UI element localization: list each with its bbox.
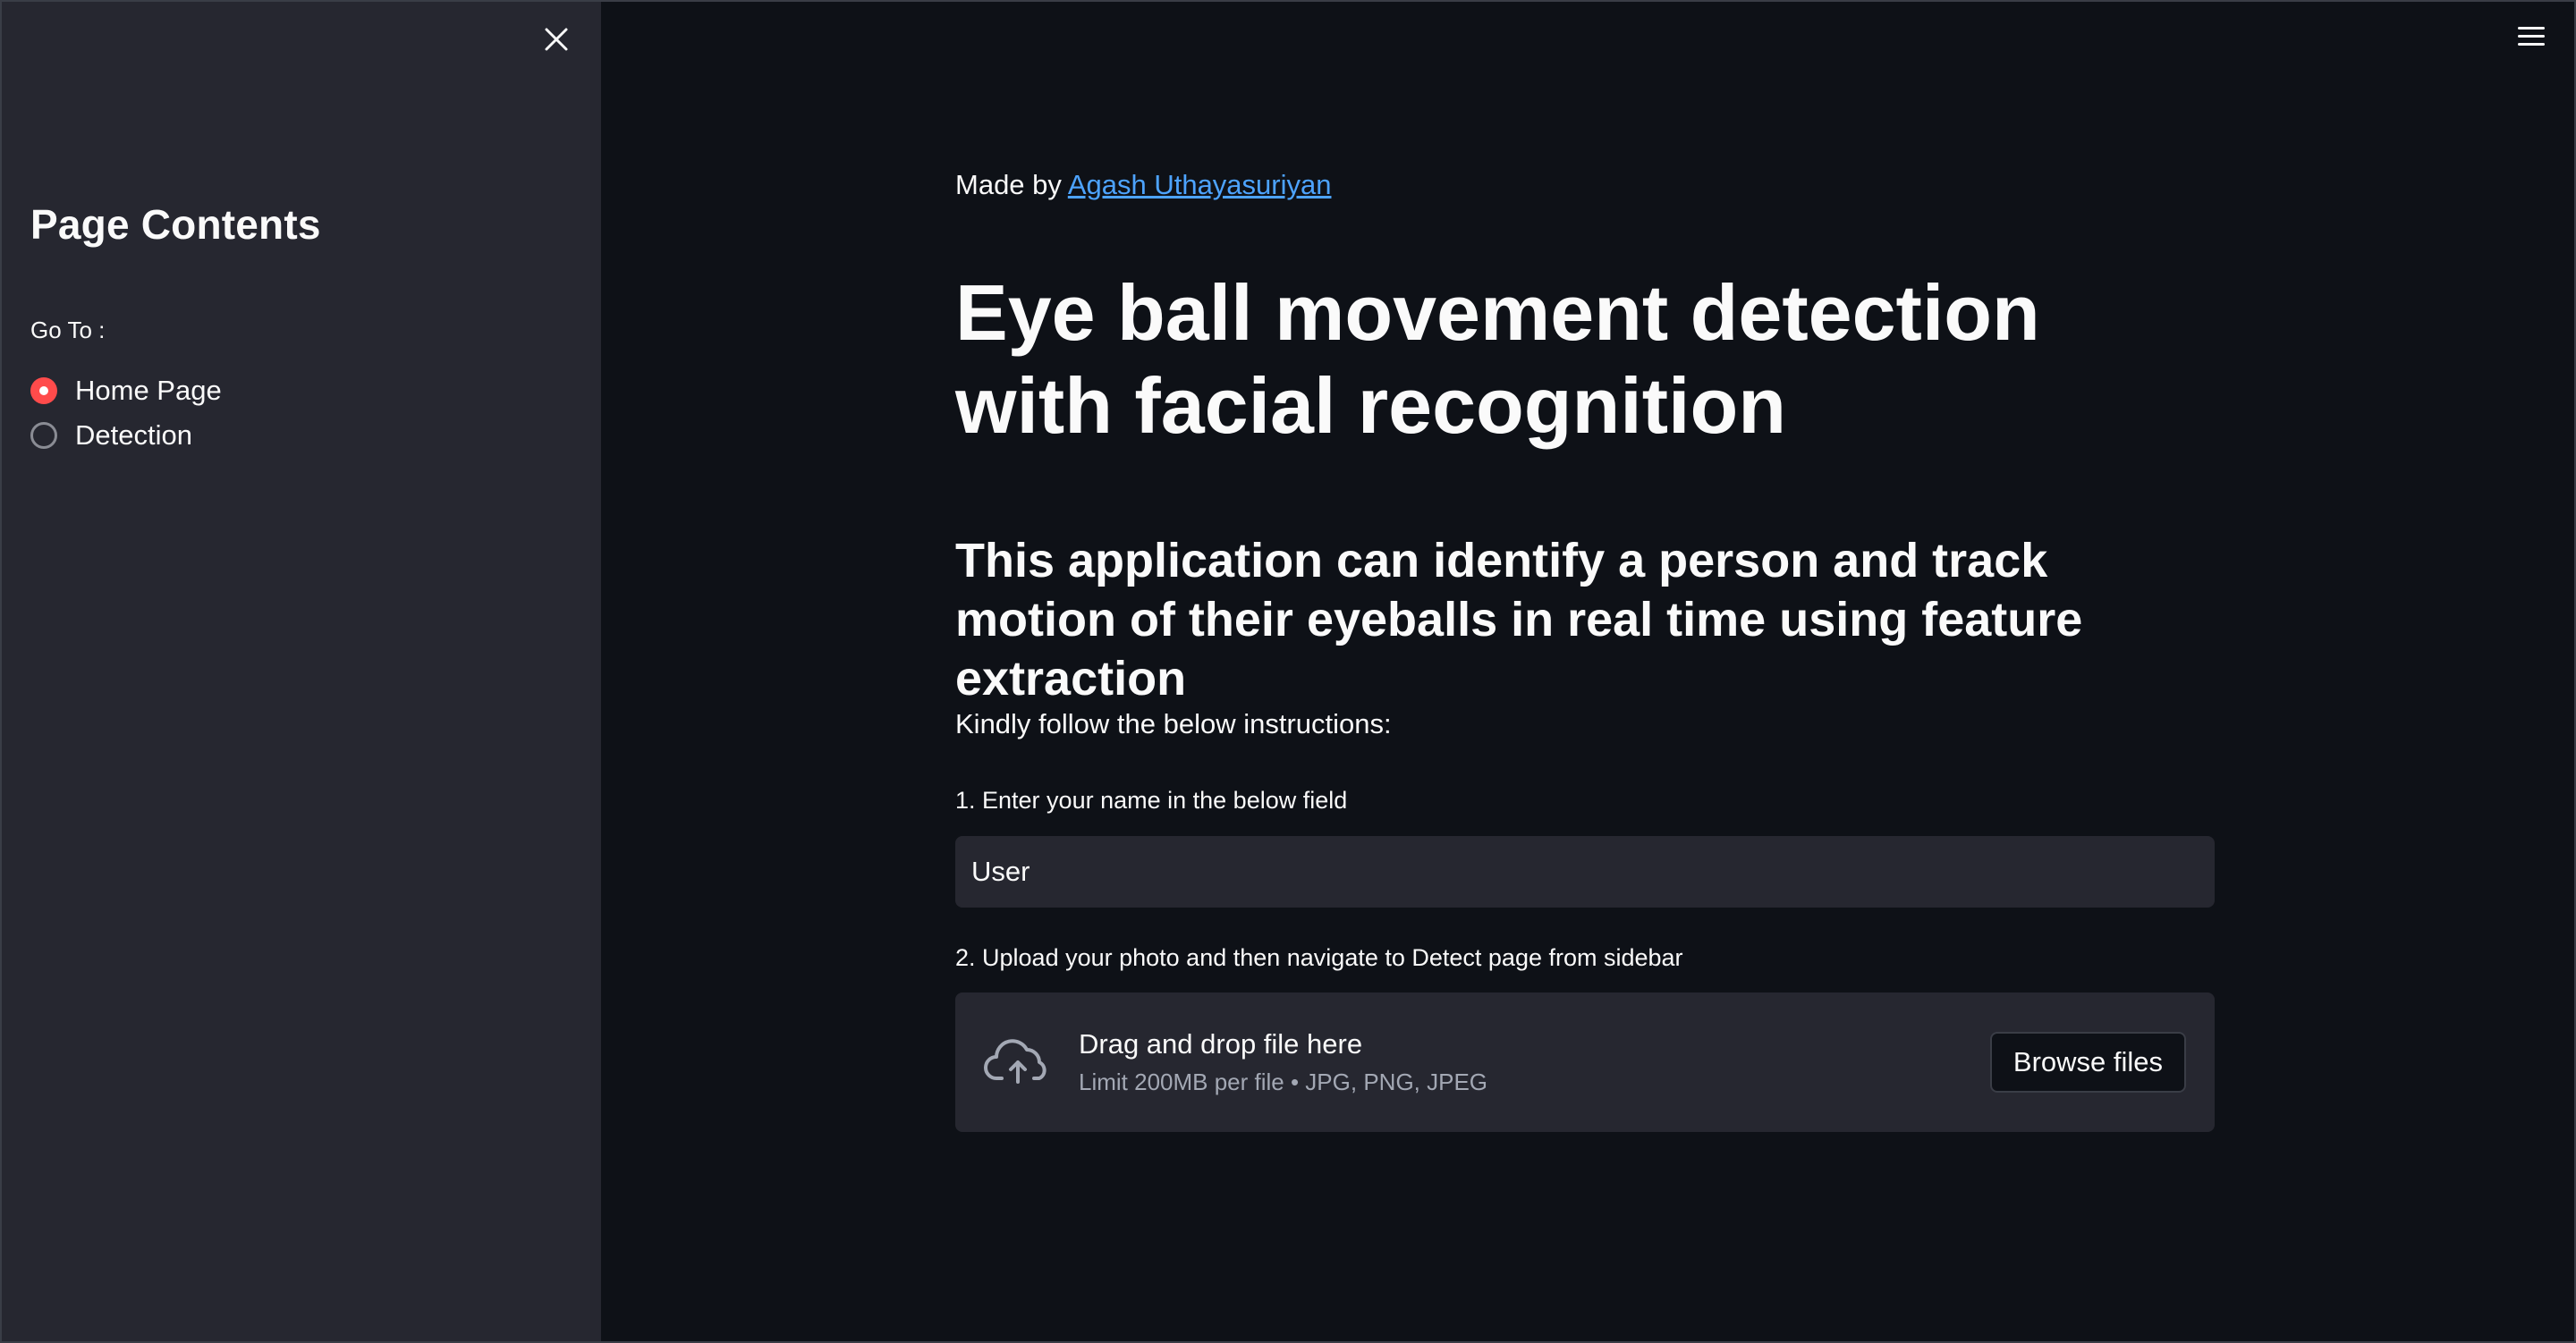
sidebar-title: Page Contents xyxy=(30,201,321,248)
cloud-upload-icon xyxy=(984,1039,1046,1084)
upload-text: Drag and drop file here Limit 200MB per … xyxy=(1079,1025,1990,1100)
made-by-prefix: Made by xyxy=(955,169,1068,200)
upload-main-text: Drag and drop file here xyxy=(1079,1028,1363,1060)
radio-label-home-page: Home Page xyxy=(75,375,222,406)
step1-label: 1. Enter your name in the below field xyxy=(955,787,1348,814)
upload-limit-text: Limit 200MB per file • JPG, PNG, JPEG xyxy=(1079,1068,1488,1095)
radio-label-detection: Detection xyxy=(75,419,192,451)
app-window: Page Contents Go To : Home Page Detectio… xyxy=(0,0,2576,1343)
content-block: Made by Agash Uthayasuriyan Eye ball mov… xyxy=(955,163,2215,1132)
author-link[interactable]: Agash Uthayasuriyan xyxy=(1068,169,1332,200)
main-content: Made by Agash Uthayasuriyan Eye ball mov… xyxy=(601,2,2574,1341)
radio-button-selected[interactable] xyxy=(30,377,57,404)
goto-label: Go To : xyxy=(30,317,106,343)
made-by-line: Made by Agash Uthayasuriyan xyxy=(955,163,2215,207)
page-radio-group: Home Page Detection xyxy=(30,368,222,458)
browse-files-button[interactable]: Browse files xyxy=(1989,1032,2186,1093)
page-title: Eye ball movement detection with facial … xyxy=(955,268,2040,450)
step2-label: 2. Upload your photo and then navigate t… xyxy=(955,944,1683,971)
close-icon[interactable] xyxy=(538,21,574,57)
name-input[interactable] xyxy=(955,836,2215,908)
hamburger-menu-icon[interactable] xyxy=(2510,20,2553,52)
radio-option-home-page[interactable]: Home Page xyxy=(30,368,222,413)
page-subtitle: This application can identify a person a… xyxy=(955,534,2083,705)
radio-button-unselected[interactable] xyxy=(30,422,57,449)
file-uploader-dropzone[interactable]: Drag and drop file here Limit 200MB per … xyxy=(955,992,2215,1132)
instructions-text: Kindly follow the below instructions: xyxy=(955,708,1392,739)
sidebar: Page Contents Go To : Home Page Detectio… xyxy=(2,2,601,1341)
radio-option-detection[interactable]: Detection xyxy=(30,413,222,458)
